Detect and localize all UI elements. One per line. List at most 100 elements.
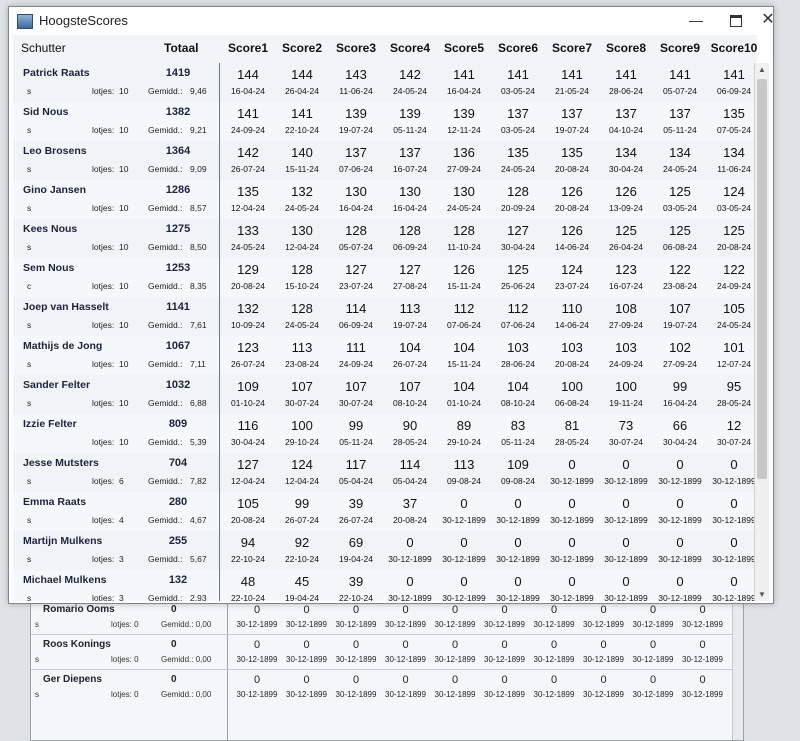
table-row[interactable]: Emma Raats s lotjes: 4 280 Gemidd.: 4,67 105 20-… (13, 492, 757, 532)
score-value: 126 (561, 184, 583, 199)
header-score-8[interactable]: Score8 (599, 41, 653, 55)
table-row[interactable]: Martijn Mulkens s lotjes: 3 255 Gemidd.: 5,67 9… (13, 531, 757, 571)
score-cell: 112 07-06-24 (491, 297, 545, 336)
header-score-9[interactable]: Score9 (653, 41, 707, 55)
score-date: 26-07-24 (284, 515, 320, 525)
score-cell: 105 24-05-24 (707, 297, 757, 336)
score-cell: 104 01-10-24 (437, 375, 491, 414)
table-row[interactable]: Jesse Mutsters s lotjes: 6 704 Gemidd.: 7,82 12… (13, 453, 757, 493)
lotjes-label: lotjes: (92, 242, 115, 252)
maximize-button[interactable] (721, 9, 751, 31)
score-date: 30-12-1899 (682, 655, 723, 664)
average-label: Gemidd.: (148, 125, 183, 135)
minimize-button[interactable]: — (681, 9, 711, 31)
score-value: 140 (291, 145, 313, 160)
score-value: 114 (399, 457, 421, 472)
score-value: 127 (237, 457, 259, 472)
score-cell: 127 27-08-24 (383, 258, 437, 297)
score-value: 135 (723, 106, 745, 121)
score-date: 22-10-24 (230, 554, 266, 564)
lotjes-value: 4 (119, 515, 124, 525)
shooter-name: Gino Jansen (23, 184, 87, 196)
header-score-1[interactable]: Score1 (221, 41, 275, 55)
score-value: 0 (402, 674, 409, 686)
table-row[interactable]: Sander Felter s lotjes: 10 1032 Gemidd.: 6,88 1… (13, 375, 757, 415)
header-totaal[interactable]: Totaal (164, 41, 198, 55)
table-row[interactable]: Gino Jansen s lotjes: 10 1286 Gemidd.: 8,57 135… (13, 180, 757, 220)
header-score-5[interactable]: Score5 (437, 41, 491, 55)
score-date: 22-10-24 (338, 593, 374, 601)
score-value: 0 (622, 535, 630, 550)
score-value: 141 (723, 67, 745, 82)
table-row[interactable]: Kees Nous s lotjes: 10 1275 Gemidd.: 8,50 133 24… (13, 219, 757, 259)
score-date: 21-05-24 (554, 86, 590, 96)
score-date: 30-04-24 (230, 437, 266, 447)
score-value: 99 (672, 379, 688, 394)
score-cell: 107 30-07-24 (329, 375, 383, 414)
score-date: 12-04-24 (230, 203, 266, 213)
score-date: 11-06-24 (339, 86, 373, 96)
score-cell: 0 30-12-1899 (491, 570, 545, 601)
header-score-7[interactable]: Score7 (545, 41, 599, 55)
close-button[interactable]: ✕ (753, 9, 783, 31)
table-row[interactable]: Joep van Hasselt s lotjes: 10 1141 Gemidd.: 7,… (13, 297, 757, 337)
average-value: 9,46 (190, 86, 207, 96)
table-row[interactable]: Leo Brosens s lotjes: 10 1364 Gemidd.: 9,09 142… (13, 141, 757, 181)
score-date: 30-12-1899 (496, 515, 540, 525)
table-row[interactable]: Sid Nous s lotjes: 10 1382 Gemidd.: 9,21 141 24-… (13, 102, 757, 142)
score-value: 0 (699, 674, 706, 686)
score-date: 30-12-1899 (335, 620, 377, 629)
scroll-up-icon[interactable]: ▲ (755, 65, 769, 74)
total-score: 1286 (165, 184, 191, 196)
score-cell: 125 06-08-24 (653, 219, 707, 258)
score-value: 104 (507, 379, 529, 394)
score-cell: 137 05-11-24 (653, 102, 707, 141)
score-date: 30-12-1899 (484, 655, 525, 664)
scroll-thumb[interactable] (757, 79, 767, 479)
header-score-4[interactable]: Score4 (383, 41, 437, 55)
score-value: 107 (291, 379, 313, 394)
column-divider (219, 180, 220, 219)
score-value: 73 (618, 418, 634, 433)
table-row[interactable]: Patrick Raats s lotjes: 10 1419 Gemidd.: 9,46 1… (13, 63, 757, 103)
background-scores-window: Romario Ooms s lotjes: 0 0 Gemidd.: 0,00 0 30-… (30, 590, 744, 741)
score-value: 112 (453, 301, 475, 316)
score-date: 26-07-24 (230, 359, 266, 369)
header-score-6[interactable]: Score6 (491, 41, 545, 55)
table-row[interactable]: Mathijs de Jong s lotjes: 10 1067 Gemidd.: 7,1… (13, 336, 757, 376)
score-value: 100 (615, 379, 637, 394)
scores-grid: Schutter Totaal Score1 Score2 Score3 Score4… (13, 35, 757, 601)
scroll-down-icon[interactable]: ▼ (755, 590, 769, 599)
score-value: 137 (507, 106, 529, 121)
table-row[interactable]: Izzie Felter lotjes: 10 809 Gemidd.: 5,39 116 3… (13, 414, 757, 454)
title-bar[interactable]: HoogsteScores — ✕ (9, 7, 775, 35)
table-row[interactable]: Sem Nous c lotjes: 10 1253 Gemidd.: 8,35 129 20-… (13, 258, 757, 298)
score-value: 0 (649, 674, 657, 686)
shooter-name: Patrick Raats (23, 67, 90, 79)
score-date: 30-12-1899 (496, 554, 540, 564)
score-cell: 107 30-07-24 (275, 375, 329, 414)
background-scrollbar[interactable] (732, 591, 743, 740)
score-cell: 114 05-04-24 (383, 453, 437, 492)
score-cell: 128 06-09-24 (383, 219, 437, 258)
score-date: 24-09-24 (608, 359, 644, 369)
score-date: 20-08-24 (554, 203, 590, 213)
score-date: 20-08-24 (392, 515, 428, 525)
score-cell: 137 07-06-24 (329, 141, 383, 180)
average-label: Gemidd.: (148, 242, 183, 252)
header-score-2[interactable]: Score2 (275, 41, 329, 55)
score-date: 22-10-24 (230, 593, 266, 601)
score-date: 07-06-24 (338, 164, 374, 174)
table-row[interactable]: Michael Mulkens s lotjes: 3 132 Gemidd.: 2,93 4… (13, 570, 757, 601)
header-score-3[interactable]: Score3 (329, 41, 383, 55)
score-cell: 39 26-07-24 (329, 492, 383, 531)
column-divider (219, 297, 220, 336)
lotjes-value: 10 (119, 86, 129, 96)
score-date: 01-10-24 (446, 398, 482, 408)
header-score-10[interactable]: Score10 (707, 41, 757, 55)
header-schutter[interactable]: Schutter (21, 41, 66, 55)
score-date: 30-12-1899 (712, 515, 756, 525)
score-value: 128 (291, 262, 313, 277)
vertical-scrollbar[interactable]: ▲ ▼ (754, 63, 769, 601)
shooter-initial: s (35, 690, 39, 699)
